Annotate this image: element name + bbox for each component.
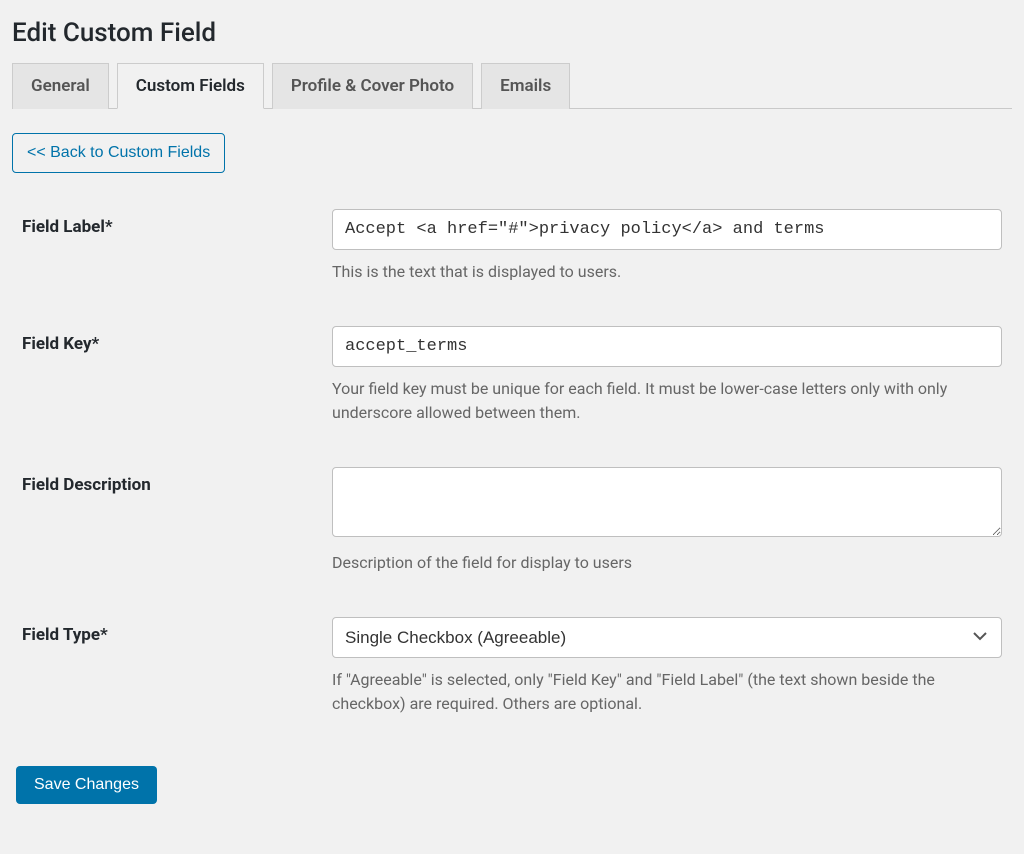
textarea-field-description[interactable] [332,467,1002,537]
tab-general[interactable]: General [12,63,109,109]
label-field-label: Field Label* [22,209,332,237]
label-field-description: Field Description [22,467,332,495]
help-field-description: Description of the field for display to … [332,551,1002,575]
row-field-description: Field Description Description of the fie… [12,467,1012,575]
back-to-custom-fields-button[interactable]: << Back to Custom Fields [12,133,225,173]
label-field-type: Field Type* [22,617,332,645]
tab-profile-cover[interactable]: Profile & Cover Photo [272,63,473,109]
tab-emails[interactable]: Emails [481,63,570,109]
label-field-key: Field Key* [22,326,332,354]
row-field-type: Field Type* Single Checkbox (Agreeable) … [12,617,1012,716]
help-field-key: Your field key must be unique for each f… [332,377,1002,425]
select-field-type[interactable]: Single Checkbox (Agreeable) [332,617,1002,658]
save-button[interactable]: Save Changes [16,766,157,804]
row-field-key: Field Key* Your field key must be unique… [12,326,1012,425]
page-title: Edit Custom Field [12,0,1012,62]
help-field-type: If "Agreeable" is selected, only "Field … [332,668,1002,716]
row-field-label: Field Label* This is the text that is di… [12,209,1012,284]
tab-custom-fields[interactable]: Custom Fields [117,63,264,109]
input-field-key[interactable] [332,326,1002,367]
input-field-label[interactable] [332,209,1002,250]
tabs: General Custom Fields Profile & Cover Ph… [12,62,1012,109]
help-field-label: This is the text that is displayed to us… [332,260,1002,284]
